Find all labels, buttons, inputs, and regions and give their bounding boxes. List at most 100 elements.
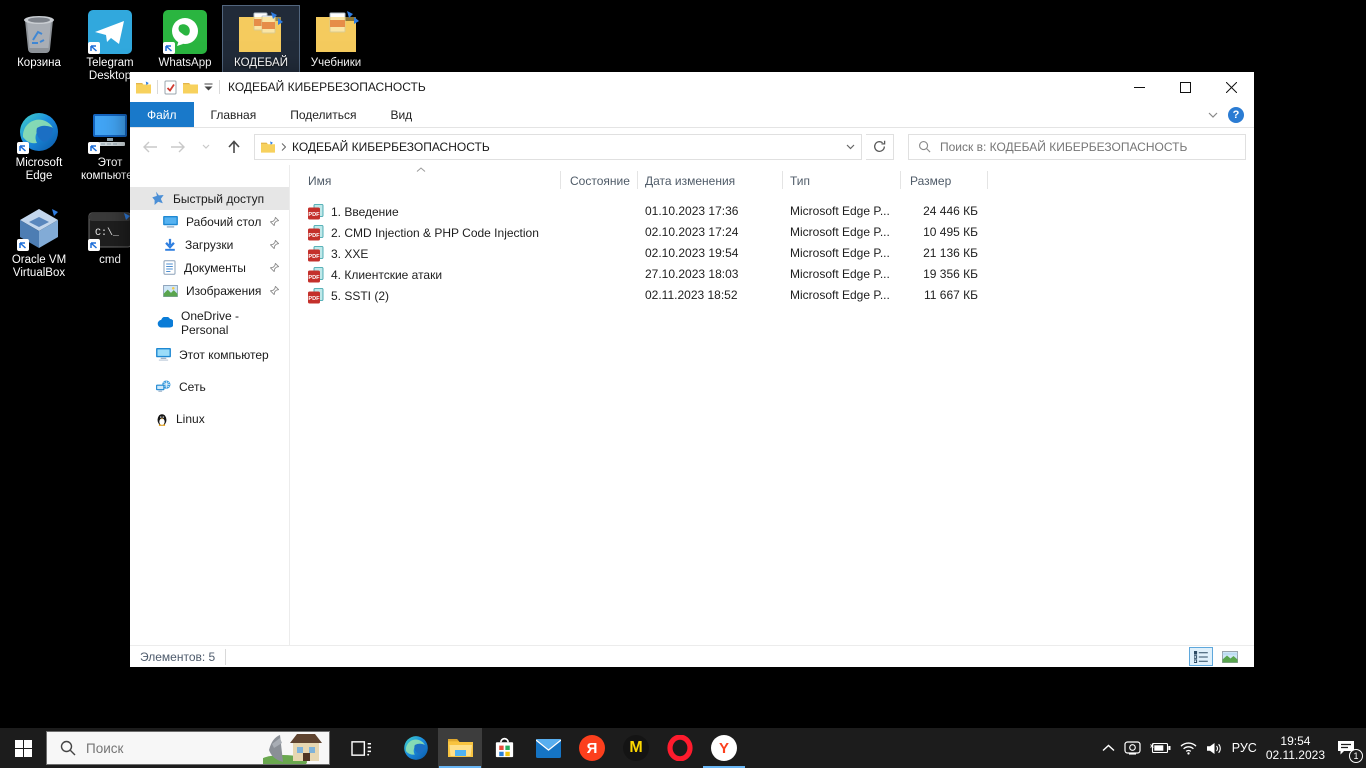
volume-icon[interactable] (1206, 742, 1223, 755)
shortcut-arrow-icon (88, 239, 100, 251)
tab-share[interactable]: Поделиться (273, 102, 373, 127)
tray-expand-icon[interactable] (1102, 744, 1115, 752)
search-highlight-image[interactable] (263, 731, 329, 764)
shortcut-arrow-icon (88, 42, 100, 54)
close-button[interactable] (1208, 72, 1254, 102)
column-header-modified[interactable]: Дата изменения (645, 174, 735, 188)
pin-icon (270, 240, 279, 249)
taskbar-mail-button[interactable] (526, 728, 570, 768)
up-button[interactable] (222, 135, 246, 159)
desktop-icon-whatsapp[interactable]: WhatsApp (147, 8, 223, 70)
breadcrumb-chevron-icon (281, 143, 286, 151)
address-bar[interactable]: КОДЕБАЙ КИБЕРБЕЗОПАСНОСТЬ (254, 134, 862, 160)
task-view-button[interactable] (342, 728, 380, 768)
sidebar-item-linux[interactable]: Linux (130, 407, 289, 430)
sidebar-item-downloads[interactable]: Загрузки (130, 233, 289, 256)
telegram-icon (86, 8, 134, 54)
file-row[interactable]: PDF5. SSTI (2) 02.11.2023 18:52 Microsof… (290, 286, 1254, 307)
sidebar-item-desktop[interactable]: Рабочий стол (130, 210, 289, 233)
pdf-folder-icon (312, 8, 360, 54)
sidebar-item-onedrive[interactable]: OneDrive - Personal (130, 311, 289, 334)
ribbon-expand-icon[interactable] (1208, 112, 1218, 118)
thumbnail-view-button[interactable] (1218, 647, 1242, 666)
tray-time: 19:54 (1266, 734, 1325, 748)
recent-locations-button[interactable] (194, 135, 218, 159)
edge-icon (403, 735, 429, 761)
column-divider[interactable] (782, 171, 783, 189)
ribbon-tabs: Файл Главная Поделиться Вид ? (130, 102, 1254, 128)
sidebar-item-documents[interactable]: Документы (130, 256, 289, 279)
taskbar-search-input[interactable] (86, 741, 216, 756)
file-size: 24 446 КБ (858, 204, 978, 218)
tab-view[interactable]: Вид (373, 102, 429, 127)
clock[interactable]: 19:54 02.11.2023 (1266, 734, 1325, 762)
column-header-type[interactable]: Тип (790, 174, 810, 188)
file-row[interactable]: PDF1. Введение 01.10.2023 17:36 Microsof… (290, 202, 1254, 223)
start-button[interactable] (0, 728, 46, 768)
sidebar-item-network[interactable]: Сеть (130, 375, 289, 398)
taskbar-edge-button[interactable] (394, 728, 438, 768)
language-indicator[interactable]: РУС (1232, 741, 1257, 755)
desktop-folder-icon (163, 216, 178, 228)
file-modified: 27.10.2023 18:03 (645, 267, 738, 281)
window-title: КОДЕБАЙ КИБЕРБЕЗОПАСНОСТЬ (228, 80, 426, 94)
column-divider[interactable] (900, 171, 901, 189)
column-divider[interactable] (637, 171, 638, 189)
sidebar-item-quick-access[interactable]: Быстрый доступ (130, 187, 289, 210)
battery-icon[interactable] (1150, 742, 1171, 754)
desktop-icon-uchebniki[interactable]: Учебники (298, 8, 374, 70)
properties-button[interactable] (164, 80, 177, 95)
taskbar-opera-button[interactable] (658, 728, 702, 768)
wifi-icon[interactable] (1180, 742, 1197, 755)
details-view-button[interactable] (1189, 647, 1213, 666)
file-row[interactable]: PDF4. Клиентские атаки 27.10.2023 18:03 … (290, 265, 1254, 286)
sidebar-item-label: Быстрый доступ (173, 192, 264, 206)
minimize-button[interactable] (1116, 72, 1162, 102)
qat-customize-button[interactable] (204, 83, 213, 91)
desktop-icon-kodebay[interactable]: КОДЕБАЙ (223, 6, 299, 72)
help-button[interactable]: ? (1228, 107, 1244, 123)
file-row[interactable]: PDF3. XXE 02.10.2023 19:54 Microsoft Edg… (290, 244, 1254, 265)
desktop-icon-label: Корзина (1, 57, 77, 70)
file-rows: PDF1. Введение 01.10.2023 17:36 Microsof… (290, 202, 1254, 307)
taskbar-yandex-browser-button[interactable]: Y (702, 728, 746, 768)
column-header-status[interactable]: Состояние (570, 174, 630, 188)
column-divider[interactable] (987, 171, 988, 189)
maximize-button[interactable] (1162, 72, 1208, 102)
file-row[interactable]: PDF2. CMD Injection & PHP Code Injection… (290, 223, 1254, 244)
refresh-button[interactable] (866, 134, 894, 160)
back-button[interactable] (138, 135, 162, 159)
title-bar[interactable]: КОДЕБАЙ КИБЕРБЕЗОПАСНОСТЬ (130, 72, 1254, 102)
desktop-icon-virtualbox[interactable]: Oracle VM VirtualBox (1, 205, 77, 280)
forward-button[interactable] (166, 135, 190, 159)
address-dropdown-icon[interactable] (846, 144, 855, 150)
address-toolbar: КОДЕБАЙ КИБЕРБЕЗОПАСНОСТЬ (130, 128, 1254, 165)
divider (157, 80, 158, 94)
tab-file[interactable]: Файл (130, 102, 194, 127)
desktop-icon-edge[interactable]: Microsoft Edge (1, 108, 77, 183)
tab-home[interactable]: Главная (194, 102, 274, 127)
address-folder-icon (261, 141, 275, 153)
taskbar-store-button[interactable] (482, 728, 526, 768)
taskbar-search-box[interactable] (46, 731, 330, 765)
explorer-search-box[interactable] (908, 134, 1246, 160)
taskbar-m-browser-button[interactable]: M (614, 728, 658, 768)
column-header-size[interactable]: Размер (910, 174, 951, 188)
column-header-name[interactable]: Имя (308, 174, 331, 188)
explorer-app-icon (136, 81, 151, 94)
sidebar-item-pictures[interactable]: Изображения (130, 279, 289, 302)
pin-icon (270, 263, 279, 272)
ribbon-right: ? (1208, 102, 1254, 127)
desktop-icon-recycle-bin[interactable]: Корзина (1, 8, 77, 70)
shortcut-arrow-icon (88, 142, 100, 154)
search-icon (60, 740, 76, 756)
column-divider[interactable] (560, 171, 561, 189)
search-input[interactable] (940, 140, 1236, 154)
cast-display-icon[interactable] (1124, 741, 1141, 755)
breadcrumb[interactable]: КОДЕБАЙ КИБЕРБЕЗОПАСНОСТЬ (292, 140, 490, 154)
action-center-button[interactable]: 1 (1334, 736, 1358, 760)
taskbar-explorer-button[interactable] (438, 728, 482, 768)
new-folder-button[interactable] (183, 81, 198, 94)
sidebar-item-this-pc[interactable]: Этот компьютер (130, 343, 289, 366)
taskbar-yandex-button[interactable]: Я (570, 728, 614, 768)
